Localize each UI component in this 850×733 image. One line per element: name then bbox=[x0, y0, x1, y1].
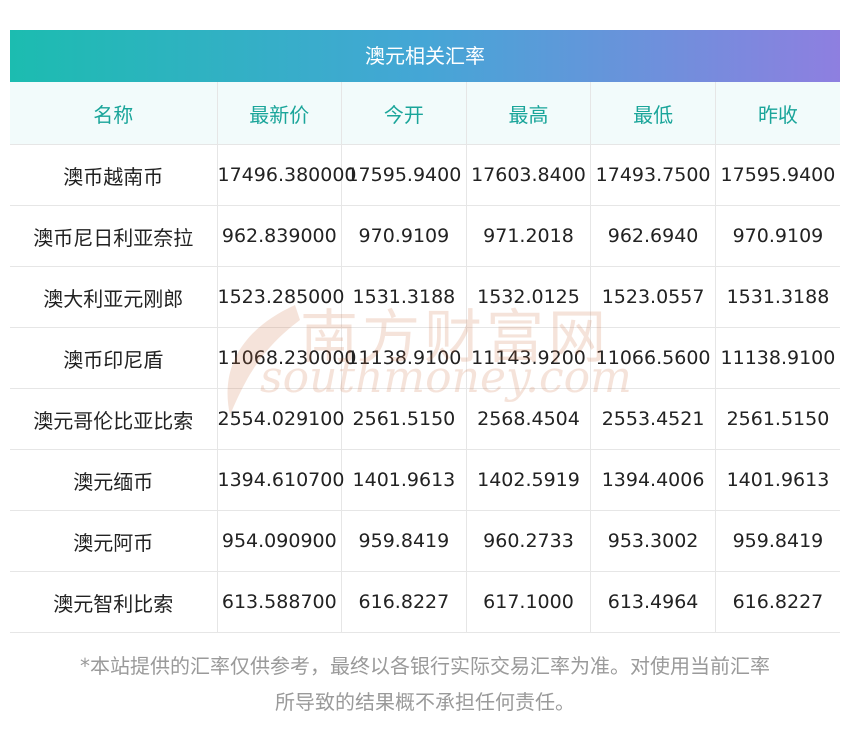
rate-cell: 954.090900 bbox=[217, 510, 343, 572]
rate-cell: 11068.230000 bbox=[217, 327, 357, 389]
rate-cell: 17496.380000 bbox=[217, 144, 357, 206]
rate-cell: 613.588700 bbox=[217, 571, 343, 633]
rate-cell: 953.3002 bbox=[590, 510, 716, 572]
rate-cell: 617.1000 bbox=[466, 571, 592, 633]
rate-cell: 11143.9200 bbox=[466, 327, 592, 389]
rate-cell: 1531.3188 bbox=[341, 266, 467, 328]
currency-pair-name: 澳币印尼盾 bbox=[10, 327, 218, 389]
table-row: 澳币印尼盾 11068.230000 11138.9100 11143.9200 110… bbox=[10, 327, 840, 389]
rate-cell: 970.9109 bbox=[715, 205, 840, 267]
table-row: 澳元哥伦比亚比索 2554.029100 2561.5150 2568.4504 255… bbox=[10, 388, 840, 450]
header-latest: 最新价 bbox=[217, 82, 343, 145]
table-row: 澳元阿币 954.090900 959.8419 960.2733 953.3002 95… bbox=[10, 510, 840, 572]
table-row: 澳大利亚元刚郎 1523.285000 1531.3188 1532.0125 1523… bbox=[10, 266, 840, 328]
table-row: 澳元缅币 1394.610700 1401.9613 1402.5919 1394.40… bbox=[10, 449, 840, 511]
rate-cell: 2568.4504 bbox=[466, 388, 592, 450]
disclaimer-line-1: *本站提供的汇率仅供参考，最终以各银行实际交易汇率为准。对使用当前汇率 bbox=[80, 654, 770, 678]
rate-cell: 1394.610700 bbox=[217, 449, 344, 511]
rate-cell: 2561.5150 bbox=[341, 388, 467, 450]
header-low: 最低 bbox=[590, 82, 716, 145]
disclaimer: *本站提供的汇率仅供参考，最终以各银行实际交易汇率为准。对使用当前汇率 所导致的… bbox=[10, 648, 840, 720]
rate-cell: 971.2018 bbox=[466, 205, 592, 267]
header-high: 最高 bbox=[466, 82, 592, 145]
rate-cell: 17595.9400 bbox=[341, 144, 467, 206]
rate-cell: 1402.5919 bbox=[466, 449, 592, 511]
rate-cell: 1401.9613 bbox=[341, 449, 467, 511]
rate-cell: 616.8227 bbox=[341, 571, 467, 633]
exchange-rate-table: 名称 最新价 今开 最高 最低 昨收 澳币越南币 17496.380000 1759… bbox=[10, 82, 840, 633]
header-open: 今开 bbox=[341, 82, 467, 145]
rate-cell: 1531.3188 bbox=[715, 266, 840, 328]
rate-cell: 962.6940 bbox=[590, 205, 716, 267]
currency-pair-name: 澳大利亚元刚郎 bbox=[10, 266, 218, 328]
rate-cell: 1523.0557 bbox=[590, 266, 716, 328]
currency-pair-name: 澳元智利比索 bbox=[10, 571, 218, 633]
rate-cell: 959.8419 bbox=[341, 510, 467, 572]
table-title: 澳元相关汇率 bbox=[10, 30, 840, 82]
exchange-rate-card: 澳元相关汇率 名称 最新价 今开 最高 最低 昨收 澳币越南币 17496.380… bbox=[10, 30, 840, 633]
rate-cell: 962.839000 bbox=[217, 205, 343, 267]
rate-cell: 2554.029100 bbox=[217, 388, 344, 450]
rate-cell: 960.2733 bbox=[466, 510, 592, 572]
currency-pair-name: 澳币尼日利亚奈拉 bbox=[10, 205, 218, 267]
table-header-row: 名称 最新价 今开 最高 最低 昨收 bbox=[10, 82, 840, 145]
rate-cell: 17603.8400 bbox=[466, 144, 592, 206]
rate-cell: 2553.4521 bbox=[590, 388, 716, 450]
rate-cell: 1532.0125 bbox=[466, 266, 592, 328]
currency-pair-name: 澳币越南币 bbox=[10, 144, 218, 206]
rate-cell: 11066.5600 bbox=[590, 327, 716, 389]
header-prev-close: 昨收 bbox=[715, 82, 840, 145]
currency-pair-name: 澳元缅币 bbox=[10, 449, 218, 511]
rate-cell: 970.9109 bbox=[341, 205, 467, 267]
rate-cell: 17493.7500 bbox=[590, 144, 716, 206]
currency-pair-name: 澳元阿币 bbox=[10, 510, 218, 572]
rate-cell: 616.8227 bbox=[715, 571, 840, 633]
rate-cell: 11138.9100 bbox=[341, 327, 467, 389]
rate-cell: 2561.5150 bbox=[715, 388, 840, 450]
rate-cell: 17595.9400 bbox=[715, 144, 840, 206]
rate-cell: 1394.4006 bbox=[590, 449, 716, 511]
rate-cell: 613.4964 bbox=[590, 571, 716, 633]
rate-cell: 11138.9100 bbox=[715, 327, 840, 389]
table-row: 澳币尼日利亚奈拉 962.839000 970.9109 971.2018 962.69… bbox=[10, 205, 840, 267]
table-row: 澳币越南币 17496.380000 17595.9400 17603.8400 174… bbox=[10, 144, 840, 206]
table-row: 澳元智利比索 613.588700 616.8227 617.1000 613.4964… bbox=[10, 571, 840, 633]
rate-cell: 1523.285000 bbox=[217, 266, 344, 328]
table-body: 澳币越南币 17496.380000 17595.9400 17603.8400 174… bbox=[10, 144, 840, 633]
header-name: 名称 bbox=[10, 82, 218, 145]
disclaimer-line-2: 所导致的结果概不承担任何责任。 bbox=[275, 690, 575, 714]
rate-cell: 1401.9613 bbox=[715, 449, 840, 511]
rate-cell: 959.8419 bbox=[715, 510, 840, 572]
currency-pair-name: 澳元哥伦比亚比索 bbox=[10, 388, 218, 450]
